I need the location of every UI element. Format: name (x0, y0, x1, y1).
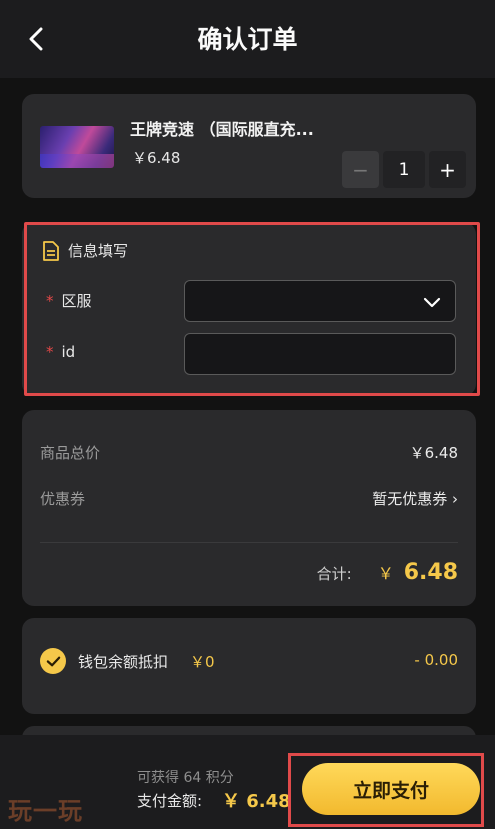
product-card: 王牌竞速 （国际服直充... ￥6.48 − 1 + (22, 94, 476, 198)
total-currency: ￥ (377, 564, 394, 583)
product-thumbnail (40, 126, 114, 168)
product-price: ￥6.48 (132, 149, 181, 167)
wallet-checkbox[interactable] (40, 648, 66, 674)
increase-button[interactable]: + (429, 151, 466, 188)
required-mark: * (46, 292, 54, 310)
server-label-text: 区服 (61, 292, 92, 310)
id-label-text: id (61, 343, 76, 361)
subtotal-label: 商品总价 (40, 444, 101, 462)
quantity-stepper: − 1 + (342, 151, 466, 188)
pay-amount-label: 支付金额: (137, 792, 203, 810)
server-select[interactable] (184, 280, 456, 322)
info-heading: 信息填写 (42, 240, 128, 261)
points-text: 可获得 64 积分 (137, 770, 234, 786)
price-summary-card: 商品总价 ￥6.48 优惠券 暂无优惠券 › 合计: ￥ 6.48 (22, 410, 476, 606)
wallet-balance: ￥0 (190, 653, 215, 671)
coupon-label: 优惠券 (40, 490, 86, 508)
chevron-down-icon (423, 297, 441, 308)
watermark-logo: 玩一玩 (8, 797, 83, 825)
coupon-value[interactable]: 暂无优惠券 › (372, 488, 458, 509)
page-title: 确认订单 (197, 25, 298, 54)
check-icon (46, 656, 60, 666)
required-mark: * (46, 343, 54, 361)
pay-amount: ￥ 6.48 (222, 791, 291, 812)
document-icon (43, 240, 59, 261)
info-form-card: 信息填写 * 区服 * id (22, 222, 476, 396)
total-label: 合计: (316, 565, 352, 583)
coupon-row[interactable]: 优惠券 暂无优惠券 › (40, 488, 458, 509)
wallet-deduction: - 0.00 (414, 651, 458, 669)
total-row: 合计: ￥ 6.48 (317, 560, 458, 585)
footer-bar: 玩一玩 可获得 64 积分 支付金额: ￥ 6.48 立即支付 (0, 735, 495, 829)
divider (40, 542, 458, 543)
total-amount: 6.48 (403, 560, 458, 585)
subtotal-value: ￥6.48 (409, 444, 458, 462)
pay-now-button[interactable]: 立即支付 (302, 763, 480, 815)
subtotal-row: 商品总价 ￥6.48 (40, 442, 458, 463)
product-name: 王牌竞速 （国际服直充... (130, 120, 314, 139)
id-label: * id (46, 343, 75, 361)
header-bar: 确认订单 (0, 0, 495, 78)
decrease-button[interactable]: − (342, 151, 379, 188)
id-input[interactable] (184, 333, 456, 375)
info-heading-text: 信息填写 (68, 242, 129, 260)
quantity-value[interactable]: 1 (383, 151, 425, 188)
server-label: * 区服 (46, 290, 92, 311)
wallet-card: 钱包余额抵扣 ￥0 - 0.00 (22, 618, 476, 714)
wallet-label: 钱包余额抵扣 (78, 653, 169, 671)
